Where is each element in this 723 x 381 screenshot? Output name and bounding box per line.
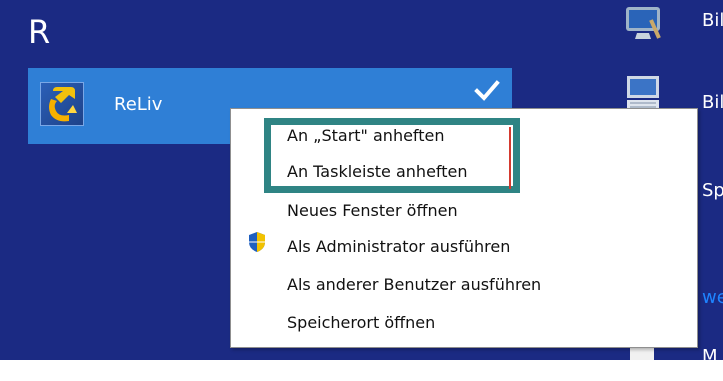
right-tile-label-3[interactable]: Sp bbox=[702, 180, 723, 201]
right-tile-label-5[interactable]: M bbox=[702, 346, 718, 360]
menu-item-new-window[interactable]: Neues Fenster öffnen bbox=[287, 199, 458, 223]
right-link-label[interactable]: we bbox=[702, 287, 723, 308]
checkmark-icon bbox=[474, 78, 500, 104]
menu-item-run-as-other-user[interactable]: Als anderer Benutzer ausführen bbox=[287, 273, 541, 297]
right-tile-label-2[interactable]: Bil bbox=[702, 92, 723, 113]
keyboard-icon[interactable] bbox=[623, 72, 663, 112]
reliv-app-icon bbox=[40, 82, 84, 126]
group-header-letter: R bbox=[28, 13, 51, 51]
monitor-tools-icon[interactable] bbox=[623, 2, 663, 42]
uac-shield-icon bbox=[247, 231, 267, 253]
right-tile-label-1[interactable]: Bil bbox=[702, 10, 723, 31]
red-marker-line bbox=[509, 127, 511, 189]
menu-item-open-location[interactable]: Speicherort öffnen bbox=[287, 311, 435, 335]
menu-item-run-as-admin[interactable]: Als Administrator ausführen bbox=[287, 235, 510, 259]
app-tile-label: ReLiv bbox=[114, 94, 163, 115]
highlight-box bbox=[264, 118, 520, 193]
